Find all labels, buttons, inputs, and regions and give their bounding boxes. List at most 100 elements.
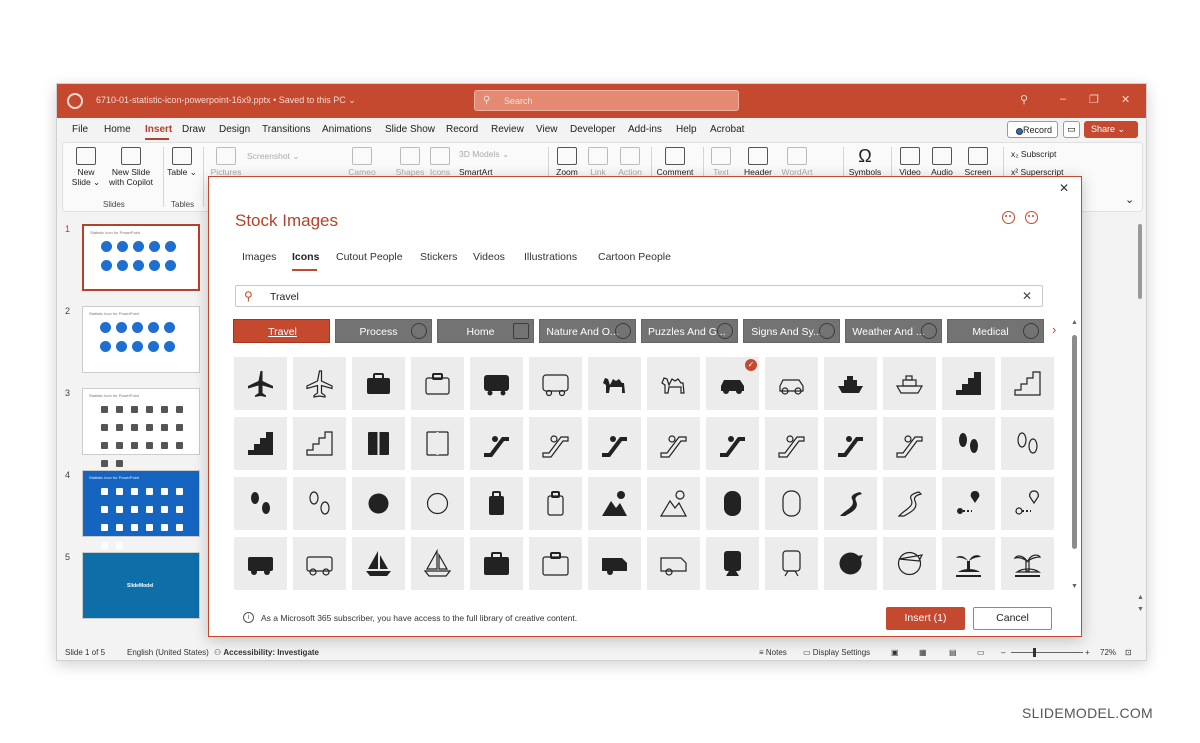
icon-result-tile[interactable] [765,357,818,410]
table-button[interactable]: Table ⌄ [167,147,197,177]
icon-result-tile[interactable] [942,417,995,470]
icon-result-tile[interactable] [529,357,582,410]
reading-view-icon[interactable]: ▤ [949,648,957,657]
accessibility-status[interactable]: ⚇ Accessibility: Investigate [214,648,319,657]
link-button[interactable]: Link [585,147,611,177]
category-nature[interactable]: Nature And O... [539,319,636,343]
minimize-icon[interactable]: – [1060,93,1066,105]
menu-add-ins[interactable]: Add-ins [628,124,662,135]
icon-result-tile[interactable] [470,537,523,590]
icon-result-tile[interactable] [647,357,700,410]
tab-cutout-people[interactable]: Cutout People [336,251,403,263]
menu-developer[interactable]: Developer [570,124,616,135]
category-travel[interactable]: Travel [233,319,330,343]
icon-result-tile[interactable] [706,537,759,590]
symbols-button[interactable]: Ω Symbols [847,147,883,177]
icon-result-tile[interactable] [1001,477,1054,530]
share-button[interactable]: Share ⌄ [1084,121,1138,138]
icon-result-tile[interactable] [529,537,582,590]
tab-videos[interactable]: Videos [473,251,505,263]
new-slide-button[interactable]: New Slide ⌄ [69,147,103,187]
icon-result-tile[interactable] [352,357,405,410]
zoom-slider-handle[interactable] [1033,648,1036,657]
icon-result-tile[interactable] [1001,537,1054,590]
pictures-button[interactable]: Pictures [209,147,243,177]
slide-thumbnail-5[interactable]: SlideModel [82,552,200,619]
icon-result-tile[interactable] [411,537,464,590]
audio-button[interactable]: Audio [927,147,957,177]
category-signs[interactable]: Signs And Sy... [743,319,840,343]
icon-result-tile[interactable] [470,477,523,530]
action-button[interactable]: Action [615,147,645,177]
icon-result-tile[interactable] [647,537,700,590]
chevron-right-icon[interactable]: › [1052,322,1056,337]
menu-review[interactable]: Review [491,124,524,135]
icon-result-tile[interactable] [411,417,464,470]
menu-animations[interactable]: Animations [322,124,371,135]
menu-design[interactable]: Design [219,124,250,135]
icon-result-tile[interactable]: ✓ [706,357,759,410]
screenshot-button[interactable]: Screenshot ⌄ [247,151,317,161]
scroll-up-icon[interactable]: ▲ [1071,319,1078,326]
tab-cartoon-people[interactable]: Cartoon People [598,251,671,263]
icon-result-tile[interactable] [765,537,818,590]
icon-result-tile[interactable] [942,357,995,410]
icon-result-tile[interactable] [824,357,877,410]
frown-feedback-icon[interactable] [1025,211,1038,224]
slide-thumbnail-1[interactable]: Statistic Icon for PowerPoint [82,224,200,291]
icon-result-tile[interactable] [883,477,936,530]
icon-result-tile[interactable] [942,537,995,590]
close-icon[interactable]: ✕ [1059,181,1069,195]
wordart-button[interactable]: WordArt [779,147,815,177]
menu-file[interactable]: File [72,124,88,135]
category-medical[interactable]: Medical [947,319,1044,343]
clear-search-icon[interactable]: ✕ [1022,289,1032,303]
menu-insert[interactable]: Insert [145,124,172,135]
scroll-up-icon[interactable]: ▲ [1137,594,1144,601]
category-home[interactable]: Home [437,319,534,343]
menu-view[interactable]: View [536,124,558,135]
icon-result-tile[interactable] [824,477,877,530]
icon-result-tile[interactable] [706,417,759,470]
cancel-button[interactable]: Cancel [973,607,1052,630]
insert-button[interactable]: Insert (1) [886,607,965,630]
screen-recording-button[interactable]: Screen [961,147,995,177]
slide-sorter-icon[interactable]: ▦ [919,648,927,657]
scroll-down-icon[interactable]: ▼ [1071,583,1078,590]
icon-result-tile[interactable] [942,477,995,530]
icon-result-tile[interactable] [706,477,759,530]
icon-search-input[interactable] [270,289,1010,304]
shapes-button[interactable]: Shapes [393,147,427,177]
header-button[interactable]: Header [741,147,775,177]
menu-draw[interactable]: Draw [182,124,205,135]
icon-result-tile[interactable] [529,417,582,470]
icon-result-tile[interactable] [352,537,405,590]
icon-result-tile[interactable] [234,477,287,530]
menu-home[interactable]: Home [104,124,131,135]
icon-result-tile[interactable] [765,477,818,530]
icon-result-tile[interactable] [293,357,346,410]
icon-result-tile[interactable] [411,477,464,530]
maximize-icon[interactable]: ❐ [1089,93,1099,106]
subscript-button[interactable]: x₂ Subscript [1011,149,1081,159]
icon-result-tile[interactable] [765,417,818,470]
zoom-out-button[interactable]: – [1001,648,1005,657]
icon-result-tile[interactable] [883,357,936,410]
slide-thumbnail-3[interactable]: Statistic Icon for PowerPoint [82,388,200,467]
dialog-scrollbar-thumb[interactable] [1072,335,1077,549]
icon-result-tile[interactable] [647,477,700,530]
notes-button[interactable]: ≡ Notes [759,648,787,657]
icon-result-tile[interactable] [470,357,523,410]
collapse-ribbon-icon[interactable]: ⌄ [1125,195,1134,206]
icon-result-tile[interactable] [293,537,346,590]
category-weather[interactable]: Weather And ... [845,319,942,343]
icon-result-tile[interactable] [883,537,936,590]
menu-acrobat[interactable]: Acrobat [710,124,744,135]
category-process[interactable]: Process [335,319,432,343]
zoom-level[interactable]: 72% [1100,648,1116,657]
display-settings-button[interactable]: ▭ Display Settings [803,648,870,657]
app-search-box[interactable]: ⚲ Search [474,90,739,111]
icon-result-tile[interactable] [411,357,464,410]
tab-illustrations[interactable]: Illustrations [524,251,577,263]
icon-result-tile[interactable] [883,417,936,470]
